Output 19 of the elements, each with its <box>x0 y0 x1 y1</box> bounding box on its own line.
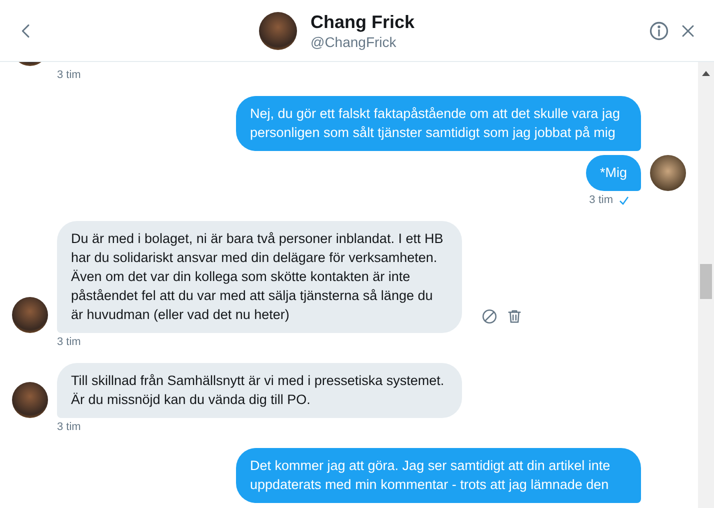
message-time: 3 tim <box>589 194 613 207</box>
checkmark-icon <box>619 196 629 205</box>
info-icon <box>648 20 670 42</box>
message-bubble: *Mig <box>586 155 641 191</box>
message-time: 3 tim <box>57 421 81 434</box>
contact-handle: @ChangFrick <box>310 32 398 50</box>
block-icon[interactable] <box>481 308 498 325</box>
message-bubble: Till skillnad från Samhällsnytt är vi med i pressetiska systemet. Är du missnöjd kan du vända dig till PO. <box>57 363 462 418</box>
message-bubble: Nej, du gör ett falskt faktapåstående om att det skulle vara jag personligen som sålt tjänster samtidigt som jag jobbat på mig <box>236 96 641 151</box>
message-time: 3 tim <box>57 336 81 349</box>
scrollbar[interactable] <box>698 62 714 508</box>
message-bubble: Du är med i bolaget, ni är bara två personer inblandat. I ett HB har du solidariskt ansvar med din delägare för verksamheten. Även om det var din kollega som skötte kontakten är inte påståendet fel att du var med att sälja tjänsterna så länge du är huvudman (eller vad det nu heter) <box>57 221 462 333</box>
avatar <box>259 12 298 50</box>
message-time: 3 tim <box>57 69 81 82</box>
scroll-up-icon[interactable] <box>702 70 710 76</box>
trash-icon <box>506 308 523 325</box>
message-bubble: Det kommer jag att göra. Jag ser samtidigt att din artikel inte uppdaterats med min kommentar - trots att jag lämnade den <box>236 448 641 503</box>
contact-name: Chang Frick <box>310 10 415 32</box>
scrollbar-thumb[interactable] <box>700 264 712 299</box>
